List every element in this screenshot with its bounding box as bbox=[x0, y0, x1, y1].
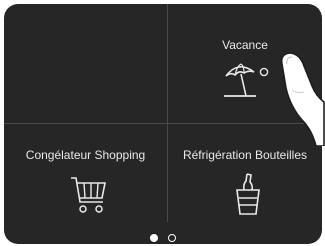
bottle-bucket-icon bbox=[236, 173, 260, 215]
beach-umbrella-icon bbox=[224, 63, 256, 97]
page-dot-inactive[interactable] bbox=[168, 233, 177, 242]
page-indicator bbox=[4, 229, 322, 242]
circle-outline-icon bbox=[259, 67, 269, 77]
tile-bottles-label: Réfrigération Bouteilles bbox=[182, 148, 308, 162]
tile-empty bbox=[4, 4, 167, 123]
appliance-display: Vacance Congélateur Shopping Réfrigérati… bbox=[4, 4, 322, 244]
tile-shopping-label: Congélateur Shopping bbox=[25, 148, 146, 162]
pointing-finger-icon bbox=[280, 52, 325, 146]
shopping-cart-icon bbox=[71, 177, 106, 213]
page-dot-active[interactable] bbox=[149, 233, 158, 242]
tile-congelateur-shopping[interactable]: Congélateur Shopping bbox=[4, 124, 167, 222]
